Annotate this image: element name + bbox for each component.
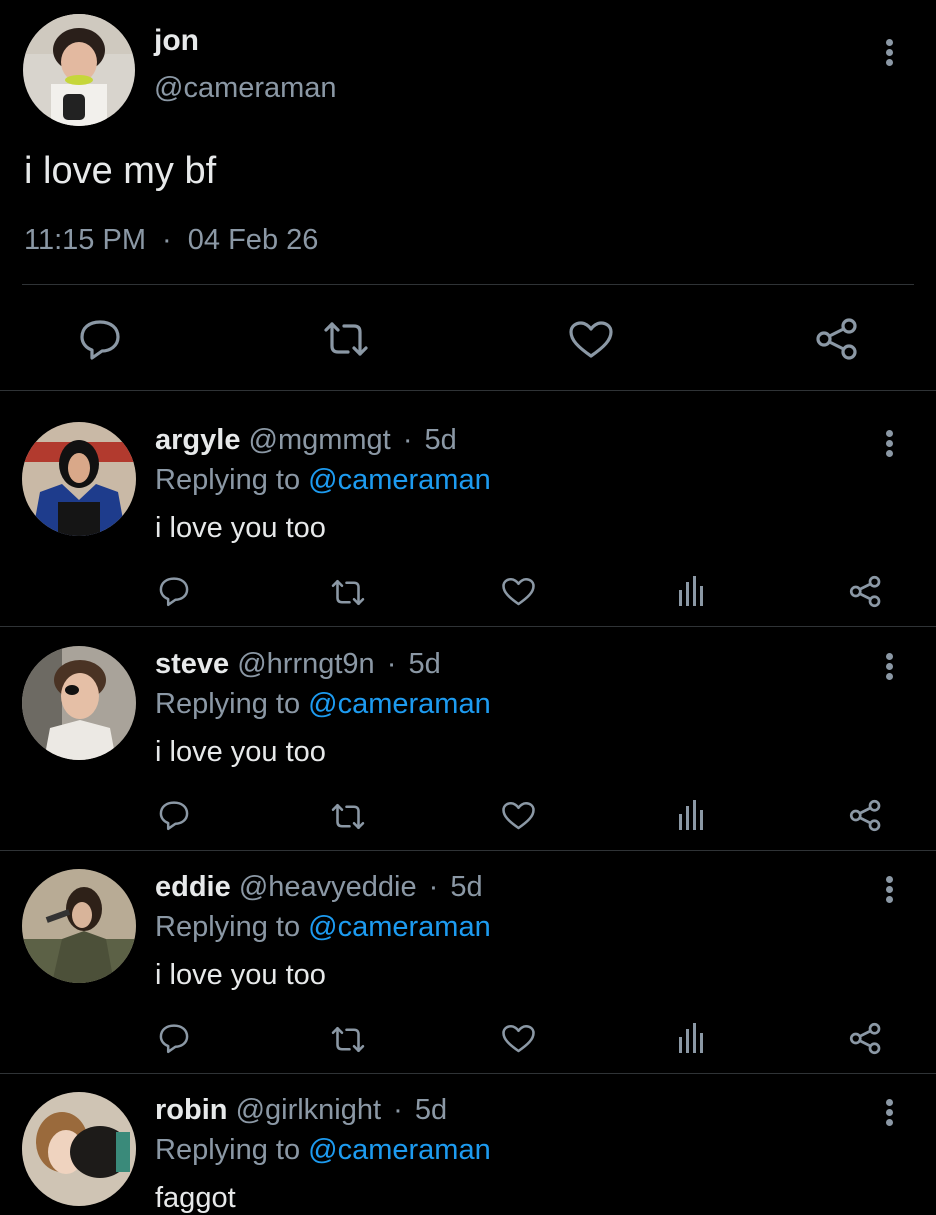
heart-icon[interactable] (501, 801, 536, 831)
more-vertical-icon[interactable] (883, 430, 895, 457)
reply-icon[interactable] (78, 318, 122, 360)
reply-icon[interactable] (158, 799, 190, 831)
display-name[interactable]: argyle (155, 424, 240, 456)
user-handle[interactable]: @cameraman (154, 72, 337, 105)
divider (0, 850, 936, 851)
avatar[interactable] (22, 422, 136, 536)
user-handle[interactable]: @mgmmgt (249, 424, 391, 456)
display-name[interactable]: robin (155, 1094, 228, 1126)
replying-to-label: Replying to (155, 688, 301, 720)
display-name[interactable]: jon (154, 24, 199, 58)
replying-to-label: Replying to (155, 1134, 301, 1166)
replying-to-mention[interactable]: @cameraman (308, 911, 491, 943)
reply-icon[interactable] (158, 1022, 190, 1054)
views-icon[interactable] (678, 1023, 706, 1053)
replying-to: Replying to @cameraman (155, 688, 491, 721)
reply-age: 5d (450, 871, 483, 903)
separator-dot: · (162, 224, 172, 256)
reply-header: robin @girlknight · 5d (155, 1094, 447, 1127)
reply-header: eddie @heavyeddie · 5d (155, 871, 483, 904)
tweet-date: 04 Feb 26 (187, 224, 319, 256)
replying-to: Replying to @cameraman (155, 911, 491, 944)
replying-to-mention[interactable]: @cameraman (308, 688, 491, 720)
retweet-icon[interactable] (330, 1025, 366, 1054)
retweet-icon[interactable] (330, 578, 366, 607)
heart-icon[interactable] (501, 577, 536, 607)
reply-text: i love you too (155, 959, 326, 991)
user-handle[interactable]: @hrrngt9n (237, 648, 374, 680)
separator-dot: · (402, 424, 413, 456)
reply-age: 5d (408, 648, 441, 680)
user-handle[interactable]: @girlknight (236, 1094, 382, 1126)
more-vertical-icon[interactable] (883, 876, 895, 903)
divider (0, 626, 936, 627)
more-vertical-icon[interactable] (883, 1099, 895, 1126)
reply-text: i love you too (155, 512, 326, 544)
views-icon[interactable] (678, 800, 706, 830)
tweet-timestamp: 11:15 PM · 04 Feb 26 (24, 224, 318, 257)
divider (0, 1073, 936, 1074)
avatar[interactable] (23, 14, 135, 126)
reply-text: i love you too (155, 736, 326, 768)
avatar[interactable] (22, 1092, 136, 1206)
reply-age: 5d (414, 1094, 448, 1126)
divider (0, 390, 936, 391)
tweet-text: i love my bf (24, 150, 217, 192)
more-vertical-icon[interactable] (883, 653, 895, 680)
separator-dot: · (393, 1094, 403, 1126)
avatar[interactable] (22, 646, 136, 760)
retweet-icon[interactable] (322, 320, 370, 358)
replying-to: Replying to @cameraman (155, 1134, 491, 1167)
avatar[interactable] (22, 869, 136, 983)
retweet-icon[interactable] (330, 802, 366, 831)
tweet-time: 11:15 PM (24, 224, 146, 256)
replying-to-label: Replying to (155, 911, 301, 943)
heart-icon[interactable] (568, 320, 614, 360)
reply-text: faggot (155, 1182, 236, 1214)
replying-to-mention[interactable]: @cameraman (308, 464, 491, 496)
more-vertical-icon[interactable] (883, 39, 895, 66)
views-icon[interactable] (678, 576, 706, 606)
display-name[interactable]: eddie (155, 871, 231, 903)
replying-to-label: Replying to (155, 464, 301, 496)
share-icon[interactable] (849, 575, 882, 608)
reply-icon[interactable] (158, 575, 190, 607)
reply-header: steve @hrrngt9n · 5d (155, 648, 441, 681)
separator-dot: · (428, 871, 439, 903)
user-handle[interactable]: @heavyeddie (239, 871, 417, 903)
display-name[interactable]: steve (155, 648, 229, 680)
heart-icon[interactable] (501, 1024, 536, 1054)
divider (22, 284, 914, 285)
reply-age: 5d (424, 424, 457, 456)
replying-to-mention[interactable]: @cameraman (308, 1134, 491, 1166)
share-icon[interactable] (849, 799, 882, 832)
replying-to: Replying to @cameraman (155, 464, 491, 497)
separator-dot: · (386, 648, 397, 680)
reply-header: argyle @mgmmgt · 5d (155, 424, 457, 457)
share-icon[interactable] (849, 1022, 882, 1055)
share-icon[interactable] (815, 317, 859, 361)
